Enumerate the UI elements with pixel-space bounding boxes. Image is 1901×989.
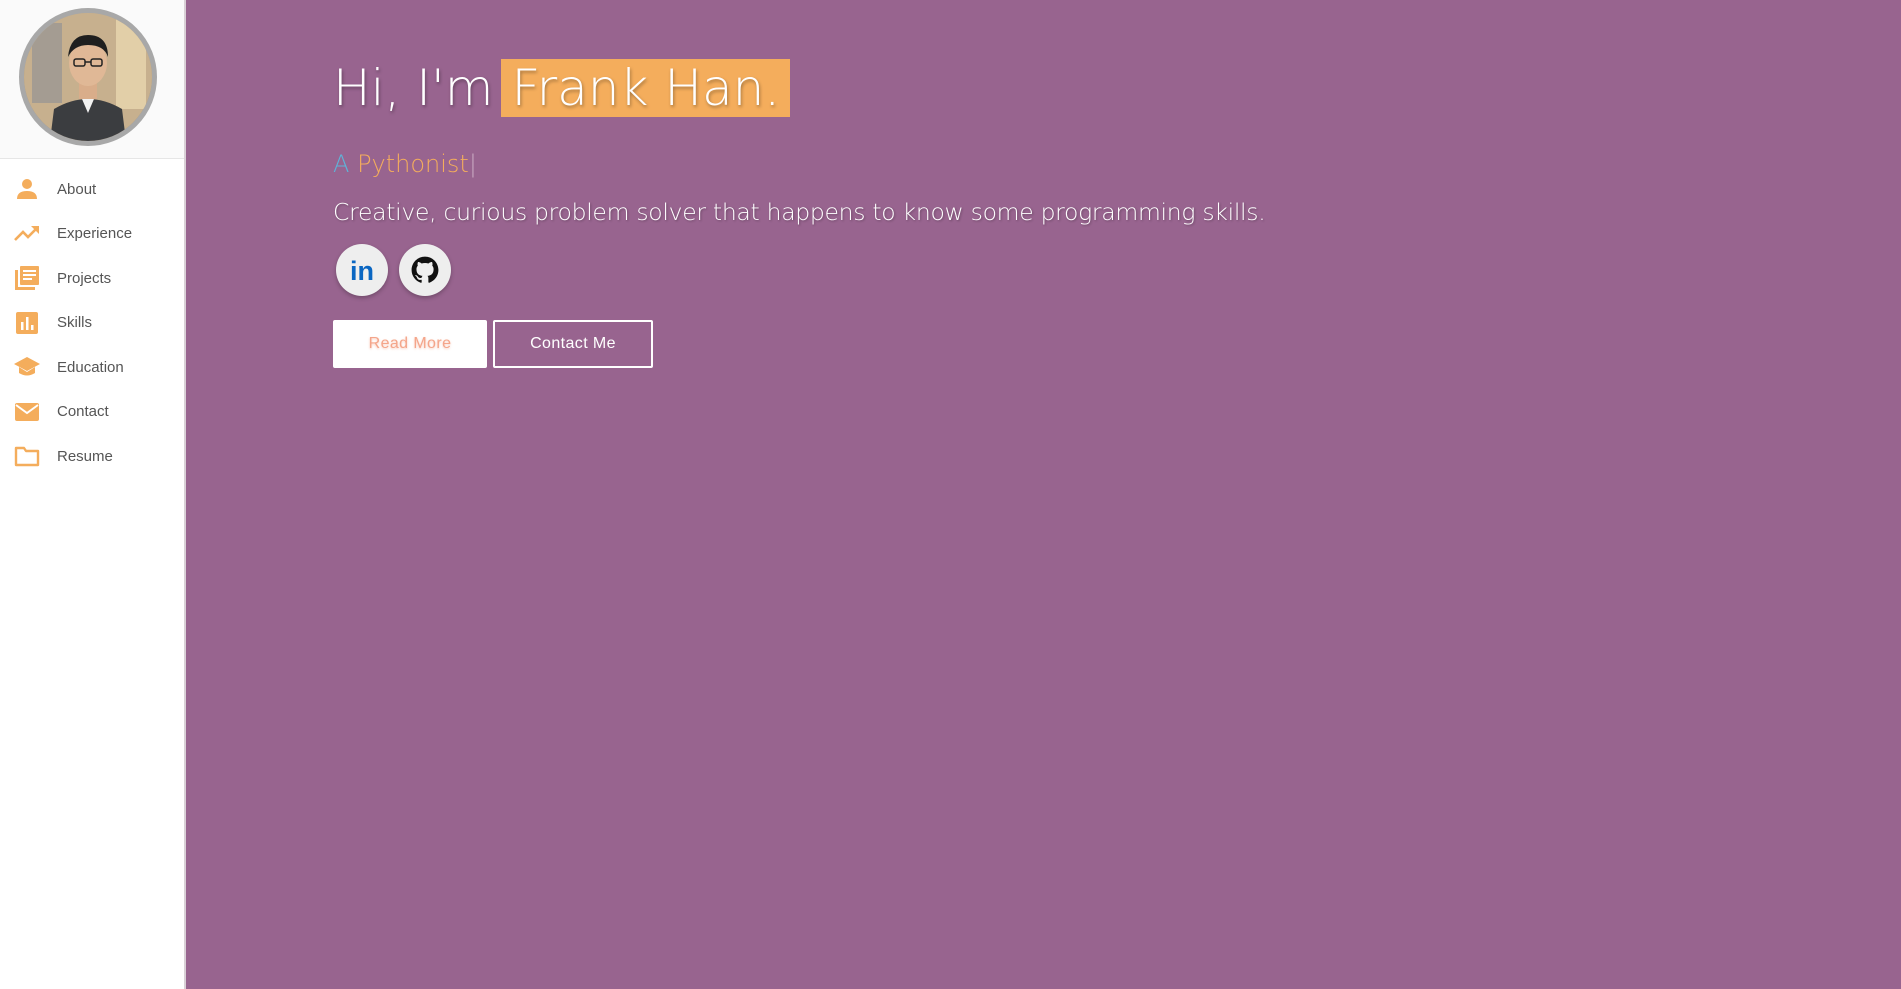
greeting-text: Hi, I'm [333, 59, 494, 117]
sidebar-item-experience[interactable]: Experience [0, 212, 184, 257]
sidebar-item-contact[interactable]: Contact [0, 390, 184, 435]
trending-up-icon [13, 220, 41, 248]
sidebar-item-education[interactable]: Education [0, 345, 184, 390]
name-highlight: Frank Han. [501, 59, 791, 117]
typed-word: Pythonist [357, 150, 469, 178]
avatar-area [0, 0, 184, 159]
graduation-cap-icon [13, 353, 41, 381]
github-link[interactable] [399, 244, 451, 296]
folder-icon [13, 442, 41, 470]
sidebar-item-label: Resume [57, 447, 113, 465]
contact-me-button[interactable]: Contact Me [493, 320, 653, 368]
avatar[interactable] [19, 8, 157, 146]
mail-icon [13, 398, 41, 426]
sidebar-item-about[interactable]: About [0, 167, 184, 212]
read-more-button[interactable]: Read More [333, 320, 487, 368]
sidebar-nav: About Experience Projects Skills Educati… [0, 159, 184, 479]
tagline: Creative, curious problem solver that ha… [333, 198, 1266, 226]
sidebar: About Experience Projects Skills Educati… [0, 0, 186, 989]
typed-subtitle: A Pythonist| [333, 150, 1265, 178]
sidebar-item-label: About [57, 180, 97, 198]
typing-cursor: | [468, 150, 477, 178]
typed-prefix: A [333, 150, 350, 178]
document-list-icon [13, 264, 41, 292]
hero-buttons: Read More Contact Me [333, 320, 1265, 368]
sidebar-item-resume[interactable]: Resume [0, 434, 184, 479]
sidebar-item-projects[interactable]: Projects [0, 256, 184, 301]
github-icon [411, 256, 439, 284]
hero-section: Hi, I'm Frank Han. A Pythonist| Creative,… [333, 56, 1266, 368]
sidebar-item-label: Experience [57, 225, 133, 243]
sidebar-item-label: Projects [57, 269, 112, 287]
social-links: in [336, 244, 1265, 296]
page-title: Hi, I'm Frank Han. [333, 56, 1265, 120]
sidebar-item-label: Skills [57, 314, 93, 332]
sidebar-item-label: Education [57, 358, 124, 376]
person-icon [13, 175, 41, 203]
linkedin-icon: in [347, 256, 377, 284]
linkedin-text: in [350, 256, 374, 284]
sidebar-item-skills[interactable]: Skills [0, 301, 184, 346]
profile-photo [24, 13, 152, 141]
bar-chart-icon [13, 309, 41, 337]
sidebar-item-label: Contact [57, 403, 109, 421]
linkedin-link[interactable]: in [336, 244, 388, 296]
